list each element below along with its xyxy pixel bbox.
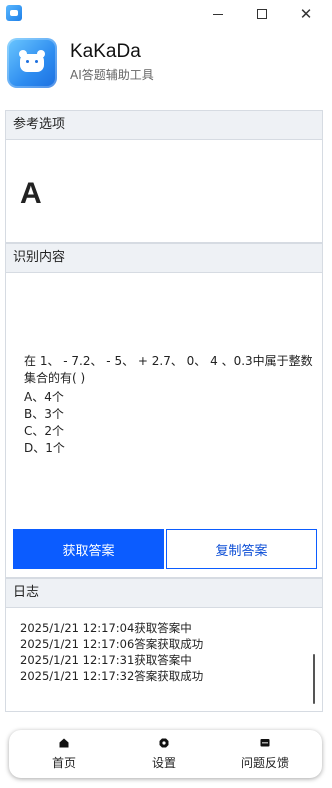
answer-letter: A [20, 177, 42, 210]
gear-icon [159, 738, 169, 748]
bear-logo-icon [7, 38, 57, 88]
nav-home-label: 首页 [51, 756, 76, 770]
app-small-icon [6, 5, 22, 21]
chat-icon [260, 739, 270, 747]
nav-feedback-label: 问题反馈 [240, 756, 289, 770]
question-stem: 在 1、 - 7.2、 - 5、 + 2.7、 0、 4 、0.3中属于整数集合… [24, 354, 313, 385]
option-c: C、2个 [24, 424, 65, 438]
nav-feedback[interactable]: 问题反馈 [215, 736, 315, 774]
nav-settings-label: 设置 [151, 756, 176, 770]
log-entry: 2025/1/21 12:17:32答案获取成功 [20, 669, 204, 683]
question-text: 在 1、 - 7.2、 - 5、 + 2.7、 0、 4 、0.3中属于整数集合… [24, 353, 314, 457]
get-answer-button[interactable]: 获取答案 [13, 529, 164, 569]
option-d: D、1个 [24, 441, 65, 455]
reference-heading: 参考选项 [5, 110, 323, 140]
maximize-button[interactable] [240, 0, 284, 28]
nav-home[interactable]: 首页 [14, 736, 114, 774]
app-subtitle: AI答题辅助工具 [70, 68, 154, 82]
recognized-panel: 在 1、 - 7.2、 - 5、 + 2.7、 0、 4 、0.3中属于整数集合… [5, 273, 323, 578]
log-entry: 2025/1/21 12:17:04获取答案中 [20, 621, 192, 635]
log-list: 2025/1/21 12:17:04获取答案中 2025/1/21 12:17:… [20, 620, 203, 684]
nav-settings[interactable]: 设置 [114, 736, 214, 774]
maximize-icon [257, 9, 267, 19]
log-heading: 日志 [5, 578, 323, 608]
window-titlebar: ✕ [0, 0, 332, 28]
log-scrollbar[interactable] [313, 654, 315, 704]
home-icon [59, 738, 69, 748]
close-icon: ✕ [299, 4, 313, 23]
close-button[interactable]: ✕ [284, 0, 328, 28]
recognized-heading: 识别内容 [5, 243, 323, 273]
minimize-button[interactable] [196, 0, 240, 28]
option-b: B、3个 [24, 407, 64, 421]
log-entry: 2025/1/21 12:17:06答案获取成功 [20, 637, 204, 651]
copy-answer-button[interactable]: 复制答案 [166, 529, 317, 569]
bottom-nav: 首页 设置 问题反馈 [9, 730, 322, 778]
minimize-icon [213, 13, 223, 15]
app-name: KaKaDa [70, 41, 141, 62]
log-entry: 2025/1/21 12:17:31获取答案中 [20, 653, 192, 667]
reference-panel: A [5, 140, 323, 243]
log-panel: 2025/1/21 12:17:04获取答案中 2025/1/21 12:17:… [5, 608, 323, 712]
option-a: A、4个 [24, 390, 64, 404]
app-header: KaKaDa AI答题辅助工具 [0, 28, 332, 106]
